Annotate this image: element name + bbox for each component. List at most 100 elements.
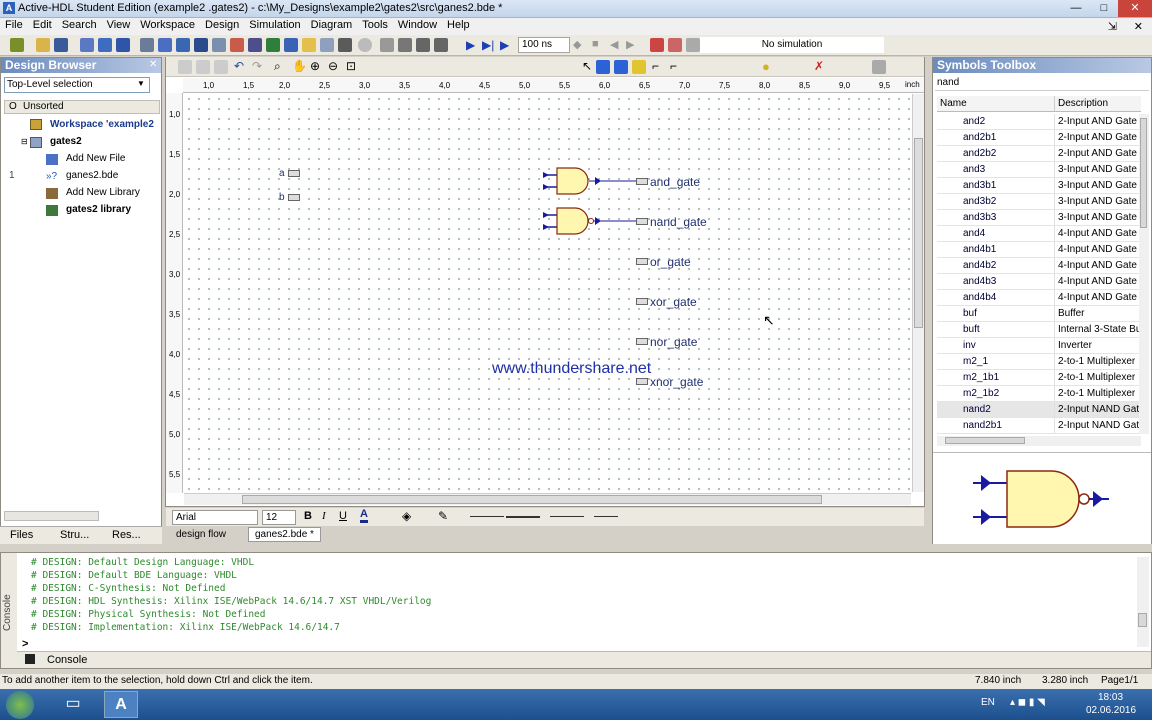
nand-gate-symbol[interactable] bbox=[543, 207, 640, 235]
delete-icon[interactable]: ✗ bbox=[814, 59, 824, 73]
language-indicator[interactable]: EN bbox=[981, 697, 995, 708]
tab-console[interactable]: Console bbox=[47, 654, 87, 666]
zoom-icon[interactable]: ⌕ bbox=[274, 59, 281, 74]
hscroll-thumb[interactable] bbox=[242, 495, 822, 504]
chevron-down-icon[interactable]: ▼ bbox=[137, 79, 145, 88]
list-item[interactable]: and4b1 4-Input AND Gate bbox=[937, 242, 1141, 258]
menu-workspace[interactable]: Workspace bbox=[135, 18, 200, 31]
arrow-end-dropdown[interactable] bbox=[594, 516, 618, 517]
list-item[interactable]: buf Buffer bbox=[937, 306, 1141, 322]
column-name[interactable]: Name bbox=[937, 96, 1055, 111]
end-sim-icon[interactable]: ▶ bbox=[626, 38, 634, 51]
zoom-in-icon[interactable]: ⊕ bbox=[310, 59, 320, 73]
output-port-xor[interactable] bbox=[636, 298, 648, 305]
list-item[interactable]: and2b2 2-Input AND Gate bbox=[937, 146, 1141, 162]
canvas-vscrollbar[interactable] bbox=[912, 94, 924, 492]
zoom-out-icon[interactable]: ⊖ bbox=[328, 59, 338, 73]
step-icon[interactable]: ◆ bbox=[573, 38, 581, 51]
end-simulation-icon[interactable] bbox=[668, 38, 682, 52]
list-item[interactable]: m2_1b1 2-to-1 Multiplexer bbox=[937, 370, 1141, 386]
open-icon[interactable] bbox=[36, 38, 50, 52]
list-item[interactable]: and3b2 3-Input AND Gate bbox=[937, 194, 1141, 210]
breakpoint-icon[interactable] bbox=[380, 38, 394, 52]
symbol-search-input[interactable]: nand bbox=[935, 75, 1149, 91]
list-item[interactable]: buft Internal 3-State Bu bbox=[937, 322, 1141, 338]
circle-icon[interactable]: ● bbox=[762, 59, 770, 74]
underline-button[interactable]: U bbox=[339, 510, 347, 522]
tools-icon[interactable] bbox=[338, 38, 352, 52]
new-workspace-icon[interactable] bbox=[10, 38, 24, 52]
list-item[interactable]: and3b3 3-Input AND Gate bbox=[937, 210, 1141, 226]
console-vscrollbar[interactable] bbox=[1137, 557, 1149, 647]
clock-date[interactable]: 02.06.2016 bbox=[1086, 705, 1136, 716]
copy-icon[interactable] bbox=[196, 60, 210, 74]
top-level-select[interactable]: Top-Level selection bbox=[4, 77, 150, 93]
input-port-b[interactable] bbox=[288, 194, 300, 201]
tree-add-file[interactable]: Add New File bbox=[66, 153, 125, 164]
tray-icons[interactable]: ▴ ◼ ▮ ◥ bbox=[1010, 697, 1045, 708]
pan-icon[interactable]: ✋ bbox=[292, 59, 307, 73]
initialize-icon[interactable] bbox=[650, 38, 664, 52]
memory-icon[interactable] bbox=[284, 38, 298, 52]
text-color-icon[interactable]: A bbox=[360, 509, 368, 523]
menu-design[interactable]: Design bbox=[200, 18, 244, 31]
list-item[interactable]: m2_1 2-to-1 Multiplexer bbox=[937, 354, 1141, 370]
console-icon[interactable] bbox=[320, 38, 334, 52]
zoom-fit-icon[interactable]: ⊡ bbox=[346, 59, 356, 73]
explorer-taskbar-icon[interactable]: ▭ bbox=[56, 693, 90, 717]
list-item[interactable]: nand2b1 2-Input NAND Gat bbox=[937, 418, 1141, 434]
tree-bde-file[interactable]: ganes2.bde bbox=[66, 170, 118, 181]
hierarchy-icon[interactable] bbox=[116, 38, 130, 52]
tab-design-flow[interactable]: design flow bbox=[170, 528, 232, 541]
list-icon[interactable] bbox=[248, 38, 262, 52]
symbol-icon[interactable] bbox=[596, 60, 610, 74]
column-o[interactable]: O bbox=[9, 101, 17, 112]
fsm-icon[interactable] bbox=[158, 38, 172, 52]
symbols-vscrollbar[interactable] bbox=[1139, 114, 1149, 434]
bde-icon[interactable] bbox=[140, 38, 154, 52]
menu-search[interactable]: Search bbox=[57, 18, 102, 31]
trace-over-icon[interactable] bbox=[416, 38, 430, 52]
console-vscroll-thumb[interactable] bbox=[1138, 613, 1147, 627]
output-port-or[interactable] bbox=[636, 258, 648, 265]
menu-window[interactable]: Window bbox=[393, 18, 442, 31]
tree-workspace[interactable]: Workspace 'example2 bbox=[50, 119, 154, 130]
maximize-button[interactable]: □ bbox=[1090, 0, 1118, 17]
menu-help[interactable]: Help bbox=[442, 18, 475, 31]
active-hdl-taskbar-icon[interactable]: A bbox=[104, 691, 138, 718]
column-sort[interactable]: Unsorted bbox=[23, 101, 64, 112]
symbols-hscrollbar[interactable] bbox=[937, 436, 1141, 446]
output-port-and[interactable] bbox=[636, 178, 648, 185]
arrow-start-dropdown[interactable] bbox=[550, 516, 584, 517]
cut-icon[interactable] bbox=[178, 60, 192, 74]
tip-icon[interactable] bbox=[302, 38, 316, 52]
bus-icon[interactable]: ⌐ bbox=[670, 59, 677, 73]
bold-button[interactable]: B bbox=[304, 510, 312, 522]
italic-button[interactable]: I bbox=[322, 510, 326, 522]
hdl-icon[interactable] bbox=[176, 38, 190, 52]
list-item[interactable]: and3 3-Input AND Gate bbox=[937, 162, 1141, 178]
line-color-icon[interactable]: ✎ bbox=[438, 509, 448, 523]
redo-icon[interactable]: ↷ bbox=[252, 59, 262, 73]
table-icon[interactable] bbox=[872, 60, 886, 74]
input-port-a[interactable] bbox=[288, 170, 300, 177]
font-family-select[interactable]: Arial bbox=[172, 510, 258, 525]
run-icon[interactable]: ▶ bbox=[466, 38, 475, 52]
tab-ganes2-bde[interactable]: ganes2.bde * bbox=[248, 527, 321, 542]
tree-add-library[interactable]: Add New Library bbox=[66, 187, 140, 198]
list-item[interactable]: m2_1b2 2-to-1 Multiplexer bbox=[937, 386, 1141, 402]
tab-resources[interactable]: Res... bbox=[112, 529, 141, 541]
save-icon[interactable] bbox=[54, 38, 68, 52]
menu-view[interactable]: View bbox=[102, 18, 136, 31]
list-item[interactable]: and4b3 4-Input AND Gate bbox=[937, 274, 1141, 290]
symbols-hscroll-thumb[interactable] bbox=[945, 437, 1025, 444]
stop-sim-icon[interactable]: ■ bbox=[592, 38, 599, 50]
fub-icon[interactable] bbox=[632, 60, 646, 74]
stop-icon[interactable] bbox=[358, 38, 372, 52]
start-button-icon[interactable] bbox=[6, 691, 34, 719]
port-icon[interactable] bbox=[614, 60, 628, 74]
compile-icon[interactable] bbox=[80, 38, 94, 52]
column-description[interactable]: Description bbox=[1055, 96, 1141, 111]
select-icon[interactable]: ↖ bbox=[582, 59, 592, 73]
run-until-icon[interactable]: ▶| bbox=[482, 38, 494, 52]
